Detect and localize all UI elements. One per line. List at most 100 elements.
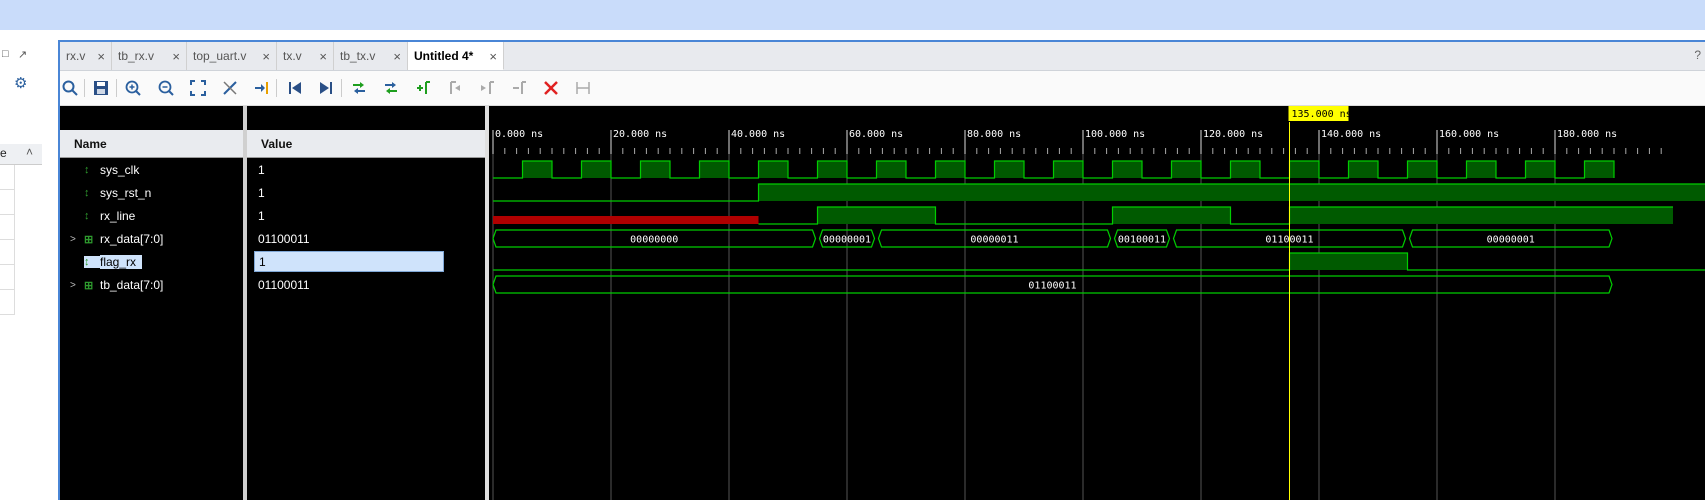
tab-label: rx.v — [66, 49, 85, 63]
left-list-row[interactable] — [0, 165, 15, 190]
tab-tb-rx-v[interactable]: tb_rx.v × — [112, 42, 187, 70]
signal-row-rx-data[interactable]: >⊞rx_data[7:0] 01100011 — [60, 227, 485, 250]
close-icon[interactable]: × — [262, 49, 270, 64]
rx-line-high-fill — [818, 207, 936, 224]
gear-icon[interactable]: ⚙ — [14, 74, 27, 92]
signal-row-sys-clk[interactable]: ↕sys_clk 1 — [60, 158, 485, 181]
clk-high-fill — [936, 161, 966, 178]
signal-value: 1 — [258, 162, 265, 178]
clk-high-fill — [995, 161, 1025, 178]
signal-row-tb-data[interactable]: >⊞tb_data[7:0] 01100011 — [60, 273, 485, 296]
save-icon[interactable] — [91, 78, 111, 98]
go-to-end-icon[interactable] — [316, 78, 336, 98]
name-column-label: Name — [74, 137, 107, 151]
restore-icon[interactable]: □ — [2, 48, 9, 60]
clk-high-fill — [1113, 161, 1143, 178]
signal-row-flag-rx[interactable]: ↕flag_rx 1 — [60, 250, 485, 273]
bit-signal-icon: ↕ — [84, 210, 100, 222]
help-icon[interactable]: ? — [1694, 48, 1701, 62]
tick-label: 140.000 ns — [1321, 129, 1381, 140]
rx-line-high-fill — [1290, 207, 1674, 224]
left-column-header-label: e — [0, 146, 7, 160]
collapse-up-icon[interactable]: ˄ — [26, 145, 33, 159]
clk-high-fill — [700, 161, 730, 178]
zoom-fit-icon[interactable] — [188, 78, 208, 98]
left-list-row[interactable] — [0, 215, 15, 240]
expand-icon[interactable]: > — [70, 280, 84, 291]
tab-bar: rx.v × tb_rx.v × top_uart.v× tx.v × tb_tx.v… — [60, 42, 1705, 71]
rx-data-value-label: 00000011 — [970, 235, 1018, 246]
tab-untitled-4[interactable]: Untitled 4* × — [408, 42, 504, 70]
waveform-pane[interactable]: 0.000 ns20.000 ns40.000 ns60.000 ns80.00… — [489, 106, 1705, 500]
tick-label: 20.000 ns — [613, 129, 667, 140]
previous-transition-icon[interactable] — [252, 78, 272, 98]
tab-label: tb_rx.v — [118, 49, 154, 63]
tab-tb-tx-v[interactable]: tb_tx.v× — [334, 42, 408, 70]
close-icon[interactable]: × — [489, 49, 497, 64]
left-column-header: e ˄ — [0, 144, 42, 165]
name-column-header[interactable]: Name — [60, 130, 243, 158]
close-icon[interactable]: × — [172, 49, 180, 64]
search-icon[interactable] — [60, 78, 80, 98]
clk-high-fill — [759, 161, 789, 178]
delete-marker-icon — [509, 78, 529, 98]
signal-row-rx-line[interactable]: ↕rx_line 1 — [60, 204, 485, 227]
zoom-out-icon[interactable] — [156, 78, 176, 98]
clk-high-fill — [1231, 161, 1261, 178]
signal-name: ↕sys_clk — [70, 162, 139, 178]
left-list-row[interactable] — [0, 190, 15, 215]
signal-value: 1 — [258, 185, 265, 201]
go-to-start-icon[interactable] — [285, 78, 305, 98]
tab-tx-v[interactable]: tx.v × — [277, 42, 334, 70]
add-marker-icon[interactable] — [413, 78, 433, 98]
tab-label: tx.v — [283, 49, 302, 63]
clk-high-fill — [1526, 161, 1556, 178]
go-to-cursor-icon[interactable] — [220, 78, 240, 98]
tick-label: 80.000 ns — [967, 129, 1021, 140]
signal-name: >⊞rx_data[7:0] — [70, 231, 163, 247]
left-list-row[interactable] — [0, 240, 15, 265]
rx-line-unknown — [493, 216, 759, 224]
clk-high-fill — [1172, 161, 1202, 178]
toolbar-separator — [84, 79, 85, 97]
left-side-panel: □ ↗ ⚙ e ˄ — [0, 38, 58, 500]
next-marker-icon — [477, 78, 497, 98]
tb-data-value-label: 01100011 — [1028, 281, 1076, 292]
value-column-label: Value — [261, 137, 292, 151]
value-column-header[interactable]: Value — [247, 130, 485, 158]
signal-value: 1 — [254, 251, 444, 272]
bit-signal-icon: ↕ — [84, 164, 100, 176]
title-band — [0, 0, 1705, 30]
waveform-viewer: Name Value ↕sys_clk 1 ↕sys_rst_n 1 ↕rx_l… — [60, 106, 1705, 500]
clk-high-fill — [1467, 161, 1497, 178]
expand-icon[interactable]: > — [70, 234, 84, 245]
signal-name-text: flag_rx — [100, 255, 142, 269]
signal-row-sys-rst-n[interactable]: ↕sys_rst_n 1 — [60, 181, 485, 204]
close-icon[interactable]: × — [97, 49, 105, 64]
toolbar-separator — [276, 79, 277, 97]
tab-label: Untitled 4* — [414, 49, 473, 63]
clk-high-fill — [1585, 161, 1615, 178]
left-list-row[interactable] — [0, 290, 15, 315]
toolbar-separator — [116, 79, 117, 97]
wave-toolbar — [60, 71, 1705, 106]
clk-high-fill — [582, 161, 612, 178]
left-list-row[interactable] — [0, 265, 15, 290]
swap-cursors-icon[interactable] — [349, 78, 369, 98]
close-icon[interactable]: × — [319, 49, 327, 64]
tab-top-uart-v[interactable]: top_uart.v× — [187, 42, 277, 70]
rx-data-value-label: 00000001 — [1487, 235, 1535, 246]
float-icon[interactable]: ↗ — [18, 48, 27, 61]
delete-all-markers-icon[interactable] — [541, 78, 561, 98]
tab-rx-v[interactable]: rx.v × — [60, 42, 112, 70]
waveform-canvas[interactable]: 0.000 ns20.000 ns40.000 ns60.000 ns80.00… — [489, 106, 1705, 500]
close-icon[interactable]: × — [393, 49, 401, 64]
clk-high-fill — [641, 161, 671, 178]
signal-value: 1 — [258, 208, 265, 224]
zoom-in-icon[interactable] — [123, 78, 143, 98]
swap-markers-icon[interactable] — [381, 78, 401, 98]
bit-signal-icon: ↕ — [84, 256, 100, 268]
tick-label: 120.000 ns — [1203, 129, 1263, 140]
tick-label: 40.000 ns — [731, 129, 785, 140]
bus-signal-icon: ⊞ — [84, 233, 100, 246]
